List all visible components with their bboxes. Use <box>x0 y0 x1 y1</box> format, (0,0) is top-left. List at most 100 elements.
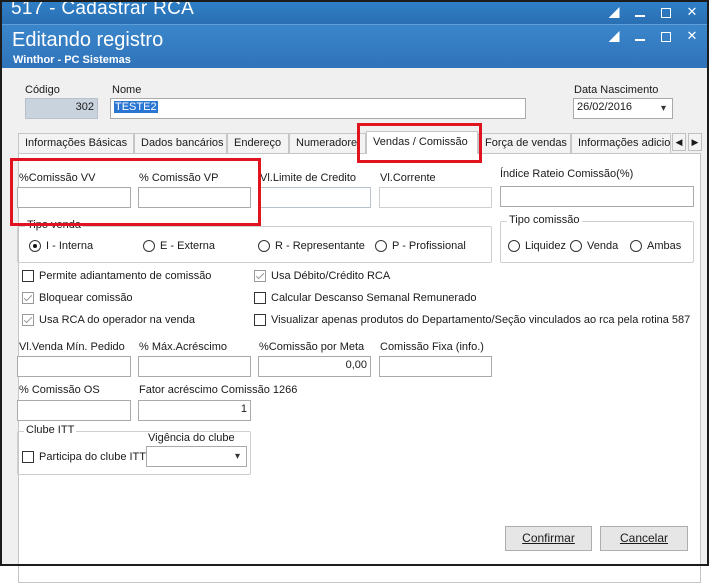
checkbox-checked-icon <box>22 292 34 304</box>
radio-liquidez[interactable]: Liquidez <box>508 240 566 252</box>
tab-numeradores[interactable]: Numeradore <box>289 133 366 153</box>
radio-externa-label: E - Externa <box>160 240 216 252</box>
vl-limite-credito-field[interactable] <box>258 187 371 208</box>
radio-representante-label: R - Representante <box>275 240 365 252</box>
radio-selected-icon <box>29 240 41 252</box>
tab-informacoes-basicas[interactable]: Informações Básicas <box>18 133 134 153</box>
tipo-comissao-title: Tipo comissão <box>507 214 582 226</box>
tab-scroll-right-icon[interactable]: ▶ <box>688 133 702 151</box>
restore-icon[interactable] <box>603 4 625 22</box>
fator-acrescimo-field[interactable]: 1 <box>138 400 251 421</box>
outer-title-bar: 517 - Cadastrar RCA ✕ <box>2 2 707 24</box>
vigencia-clube-label: Vigência do clube <box>148 432 235 444</box>
tab-vendas-comissao[interactable]: Vendas / Comissão <box>366 131 478 154</box>
checkbox-icon <box>254 292 266 304</box>
close-icon[interactable]: ✕ <box>681 4 703 22</box>
calcular-dsr-checkbox[interactable]: Calcular Descanso Semanal Remunerado <box>254 292 476 304</box>
vl-venda-min-label: Vl.Venda Mín. Pedido <box>19 341 125 353</box>
close-icon[interactable]: ✕ <box>681 28 703 46</box>
vl-venda-min-field[interactable] <box>17 356 131 377</box>
usa-debito-credito-label: Usa Débito/Crédito RCA <box>271 270 391 282</box>
tab-dados-bancarios[interactable]: Dados bancários <box>134 133 227 153</box>
participa-clube-checkbox[interactable]: Participa do clube ITT <box>22 451 146 463</box>
radio-ambas-label: Ambas <box>647 240 682 252</box>
data-nascimento-label: Data Nascimento <box>574 84 659 96</box>
codigo-field[interactable]: 302 <box>25 98 98 119</box>
radio-profissional-label: P - Profissional <box>392 240 466 252</box>
vl-corrente-field[interactable] <box>379 187 492 208</box>
fator-acrescimo-label: Fator acréscimo Comissão 1266 <box>139 384 298 396</box>
minimize-icon[interactable] <box>629 28 651 46</box>
comissao-vp-label: % Comissão VP <box>139 172 219 184</box>
radio-representante[interactable]: R - Representante <box>258 240 365 252</box>
dialog-client: Código 302 Nome TESTE2 Data Nascimento 2… <box>2 68 707 583</box>
usa-rca-operador-label: Usa RCA do operador na venda <box>39 314 195 326</box>
radio-venda-label: Venda <box>587 240 619 252</box>
outer-window-title: 517 - Cadastrar RCA <box>11 2 195 19</box>
confirmar-button[interactable]: Confirmar <box>505 526 592 551</box>
checkbox-icon <box>22 451 34 463</box>
radio-interna-label: I - Interna <box>46 240 94 252</box>
restore-icon[interactable] <box>603 28 625 46</box>
dialog-subtitle: Winthor - PC Sistemas <box>13 54 131 66</box>
tab-informacoes-adicionais[interactable]: Informações adicionais <box>571 133 671 153</box>
comissao-vv-field[interactable] <box>17 187 131 208</box>
comissao-meta-label: %Comissão por Meta <box>259 341 365 353</box>
radio-icon <box>630 240 642 252</box>
radio-interna[interactable]: I - Interna <box>29 240 93 252</box>
chevron-down-icon: ▾ <box>660 103 666 114</box>
data-nascimento-picker[interactable]: 26/02/2016 ▾ <box>573 98 673 119</box>
vl-limite-credito-label: Vl.Limite de Credito <box>260 172 356 184</box>
permite-adiantamento-label: Permite adiantamento de comissão <box>39 270 212 282</box>
vigencia-clube-select[interactable]: ▾ <box>146 446 247 467</box>
radio-icon <box>570 240 582 252</box>
checkbox-checked-icon <box>22 314 34 326</box>
participa-clube-label: Participa do clube ITT <box>39 451 146 463</box>
nome-label: Nome <box>112 84 142 96</box>
radio-profissional[interactable]: P - Profissional <box>375 240 466 252</box>
codigo-label: Código <box>25 84 60 96</box>
nome-field[interactable]: TESTE2 <box>110 98 526 119</box>
max-acrescimo-field[interactable] <box>138 356 251 377</box>
usa-rca-operador-checkbox[interactable]: Usa RCA do operador na venda <box>22 314 195 326</box>
tipo-venda-title: Tipo venda <box>25 219 84 231</box>
cancelar-label: Cancelar <box>619 531 669 545</box>
visualizar-produtos-label: Visualizar apenas produtos do Departamen… <box>271 314 691 326</box>
checkbox-checked-icon <box>254 270 266 282</box>
chevron-down-icon: ▾ <box>234 451 240 462</box>
dialog-title: Editando registro <box>12 29 164 51</box>
radio-icon <box>375 240 387 252</box>
radio-icon <box>508 240 520 252</box>
indice-rateio-field[interactable] <box>500 186 694 207</box>
comissao-fixa-label: Comissão Fixa (info.) <box>380 341 484 353</box>
minimize-icon[interactable] <box>629 4 651 22</box>
radio-liquidez-label: Liquidez <box>525 240 566 252</box>
clube-itt-title: Clube ITT <box>24 424 77 436</box>
comissao-vp-field[interactable] <box>138 187 251 208</box>
maximize-icon[interactable] <box>655 4 677 22</box>
max-acrescimo-label: % Máx.Acréscimo <box>139 341 228 353</box>
radio-venda[interactable]: Venda <box>570 240 618 252</box>
confirmar-label: Confirmar <box>522 531 575 545</box>
radio-externa[interactable]: E - Externa <box>143 240 215 252</box>
radio-ambas[interactable]: Ambas <box>630 240 681 252</box>
tab-scroll-left-icon[interactable]: ◀ <box>672 133 686 151</box>
comissao-fixa-field[interactable] <box>379 356 492 377</box>
indice-rateio-label: Índice Rateio Comissão(%) <box>500 168 634 180</box>
nome-value: TESTE2 <box>114 101 158 113</box>
radio-icon <box>258 240 270 252</box>
calcular-dsr-label: Calcular Descanso Semanal Remunerado <box>271 292 477 304</box>
tab-endereco[interactable]: Endereço <box>227 133 289 153</box>
usa-debito-credito-checkbox[interactable]: Usa Débito/Crédito RCA <box>254 270 390 282</box>
cancelar-button[interactable]: Cancelar <box>600 526 688 551</box>
maximize-icon[interactable] <box>655 28 677 46</box>
comissao-vv-label: %Comissão VV <box>19 172 96 184</box>
data-nascimento-value: 26/02/2016 <box>577 101 633 113</box>
visualizar-produtos-checkbox[interactable]: Visualizar apenas produtos do Departamen… <box>254 314 690 326</box>
comissao-meta-field[interactable]: 0,00 <box>258 356 371 377</box>
permite-adiantamento-checkbox[interactable]: Permite adiantamento de comissão <box>22 270 211 282</box>
comissao-os-field[interactable] <box>17 400 131 421</box>
bloquear-comissao-checkbox[interactable]: Bloquear comissão <box>22 292 133 304</box>
tab-forca-de-vendas[interactable]: Força de vendas <box>478 133 571 153</box>
checkbox-icon <box>254 314 266 326</box>
